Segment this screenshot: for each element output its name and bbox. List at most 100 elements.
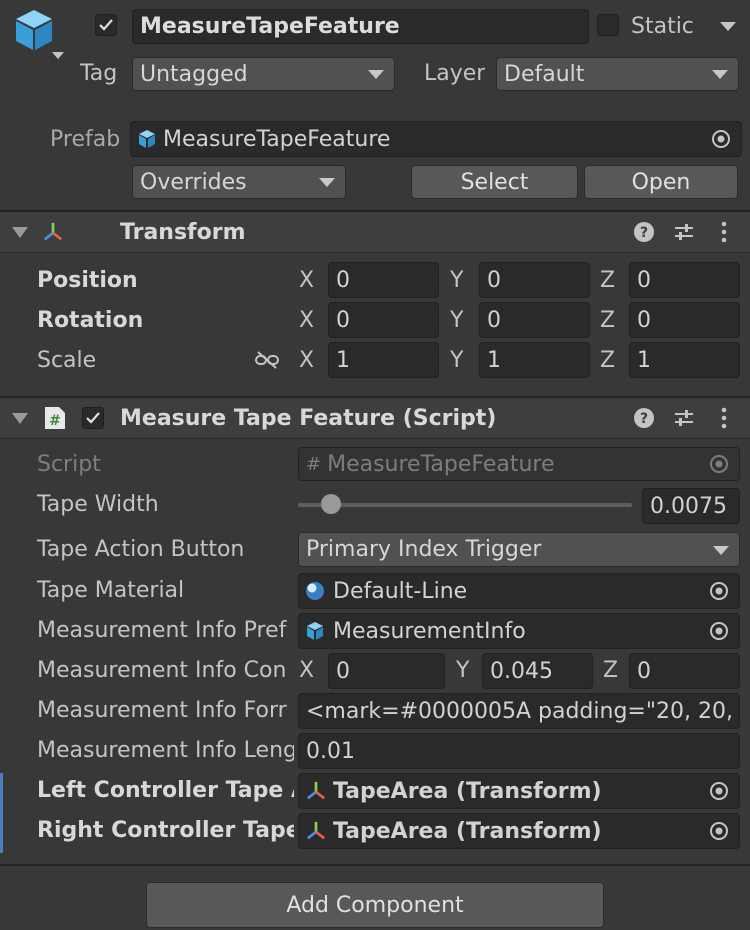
axis-y-label[interactable]: Y xyxy=(450,268,463,293)
object-picker-icon[interactable] xyxy=(709,821,729,841)
axis-y-label[interactable]: Y xyxy=(450,348,463,373)
open-button-label: Open xyxy=(631,169,691,195)
divider xyxy=(0,252,750,253)
axis-y-label[interactable]: Y xyxy=(450,308,463,333)
tape-width-value: 0.0075 xyxy=(650,493,727,519)
axis-y-label[interactable]: Y xyxy=(456,658,469,683)
help-icon[interactable]: ? xyxy=(633,407,655,429)
mi-format-input[interactable]: <mark=#0000005A padding="20, 20, xyxy=(298,693,740,729)
mi-con-z-field[interactable]: 0 xyxy=(629,653,740,689)
mi-format-label: Measurement Info Forr xyxy=(37,698,287,723)
axis-z-label[interactable]: Z xyxy=(600,308,615,333)
scale-x-field[interactable]: 1 xyxy=(328,342,439,378)
scale-label: Scale xyxy=(37,348,97,373)
tape-width-slider-thumb[interactable] xyxy=(321,494,342,514)
mi-length-input[interactable]: 0.01 xyxy=(298,733,740,769)
position-z-value: 0 xyxy=(637,267,651,293)
axis-x-label[interactable]: X xyxy=(299,348,314,373)
kebab-menu-icon[interactable] xyxy=(719,221,729,243)
layer-dropdown[interactable]: Default xyxy=(496,57,739,91)
tape-action-dropdown[interactable]: Primary Index Trigger xyxy=(298,532,740,567)
axis-z-label[interactable]: Z xyxy=(600,348,615,373)
tape-width-slider-track[interactable] xyxy=(298,503,632,507)
component-enabled-checkbox[interactable] xyxy=(82,407,104,429)
object-picker-icon[interactable] xyxy=(709,581,729,601)
position-z-field[interactable]: 0 xyxy=(629,262,740,298)
mi-con-x-value: 0 xyxy=(336,658,350,684)
mi-con-y-field[interactable]: 0.045 xyxy=(482,653,593,689)
prefab-cube-icon xyxy=(139,130,155,148)
axis-x-label[interactable]: X xyxy=(299,268,314,293)
foldout-arrow-icon[interactable] xyxy=(12,413,28,424)
right-controller-value: TapeArea (Transform) xyxy=(333,818,602,844)
add-component-label: Add Component xyxy=(286,892,464,918)
overrides-dropdown[interactable]: Overrides xyxy=(132,165,346,199)
rotation-y-field[interactable]: 0 xyxy=(479,302,590,338)
scale-z-value: 1 xyxy=(637,347,651,373)
mi-format-value: <mark=#0000005A padding="20, 20, xyxy=(306,698,733,724)
axis-z-label[interactable]: Z xyxy=(603,658,618,683)
object-name-input[interactable]: MeasureTapeFeature xyxy=(132,9,589,44)
transform-header[interactable]: Transform ? xyxy=(0,212,750,252)
right-controller-field[interactable]: TapeArea (Transform) xyxy=(298,813,740,849)
position-y-field[interactable]: 0 xyxy=(479,262,590,298)
presets-icon[interactable] xyxy=(673,221,695,243)
open-button[interactable]: Open xyxy=(584,165,738,199)
icon-dropdown-caret[interactable] xyxy=(52,52,64,59)
kebab-menu-icon[interactable] xyxy=(719,407,729,429)
tag-dropdown[interactable]: Untagged xyxy=(132,57,395,91)
material-sphere-icon xyxy=(306,582,324,600)
script-component-header[interactable]: # Measure Tape Feature (Script) ? xyxy=(0,398,750,438)
select-button[interactable]: Select xyxy=(411,165,578,199)
divider xyxy=(0,864,750,866)
gameobject-cube-icon[interactable] xyxy=(12,8,56,54)
transform-axes-icon xyxy=(43,222,63,241)
left-controller-value: TapeArea (Transform) xyxy=(333,778,602,804)
mi-con-label: Measurement Info Con xyxy=(37,658,287,683)
mi-prefab-value: MeasurementInfo xyxy=(333,618,526,644)
divider xyxy=(0,438,750,439)
axis-z-label[interactable]: Z xyxy=(600,268,615,293)
scale-y-field[interactable]: 1 xyxy=(479,342,590,378)
script-reference-field: # MeasureTapeFeature xyxy=(298,447,740,481)
script-title: Measure Tape Feature (Script) xyxy=(120,406,497,431)
active-checkbox[interactable] xyxy=(95,14,117,36)
object-picker-icon[interactable] xyxy=(709,781,729,801)
transform-axes-icon xyxy=(306,781,326,800)
tape-material-value: Default-Line xyxy=(333,578,468,604)
object-picker-icon[interactable] xyxy=(711,129,731,149)
foldout-arrow-icon[interactable] xyxy=(12,227,28,238)
mi-con-z-value: 0 xyxy=(637,658,651,684)
axis-x-label[interactable]: X xyxy=(299,308,314,333)
static-dropdown-caret[interactable] xyxy=(720,22,736,31)
help-icon[interactable]: ? xyxy=(633,221,655,243)
mi-prefab-field[interactable]: MeasurementInfo xyxy=(298,613,740,649)
position-x-field[interactable]: 0 xyxy=(328,262,439,298)
tape-material-field[interactable]: Default-Line xyxy=(298,573,740,609)
script-reference-value: MeasureTapeFeature xyxy=(327,451,555,477)
left-controller-field[interactable]: TapeArea (Transform) xyxy=(298,773,740,809)
axis-x-label[interactable]: X xyxy=(299,658,314,683)
mi-con-y-value: 0.045 xyxy=(490,658,553,684)
csharp-script-icon: # xyxy=(45,407,65,429)
mi-con-x-field[interactable]: 0 xyxy=(328,653,445,689)
script-small-icon: # xyxy=(306,453,322,475)
prefab-cube-icon xyxy=(307,622,323,640)
tape-material-label: Tape Material xyxy=(37,578,185,603)
object-picker-icon xyxy=(710,455,728,473)
add-component-button[interactable]: Add Component xyxy=(146,882,604,928)
scale-z-field[interactable]: 1 xyxy=(629,342,740,378)
chevron-down-icon xyxy=(368,70,384,79)
constrain-proportions-icon[interactable] xyxy=(254,350,280,370)
rotation-z-field[interactable]: 0 xyxy=(629,302,740,338)
static-checkbox[interactable] xyxy=(597,14,619,36)
prefab-field[interactable]: MeasureTapeFeature xyxy=(130,121,742,157)
rotation-x-value: 0 xyxy=(336,307,350,333)
presets-icon[interactable] xyxy=(673,407,695,429)
mi-length-label: Measurement Info Leng xyxy=(37,738,294,763)
tape-width-input[interactable]: 0.0075 xyxy=(642,488,740,524)
rotation-x-field[interactable]: 0 xyxy=(328,302,439,338)
static-label: Static xyxy=(631,14,694,39)
object-picker-icon[interactable] xyxy=(709,621,729,641)
svg-text:?: ? xyxy=(640,225,648,241)
